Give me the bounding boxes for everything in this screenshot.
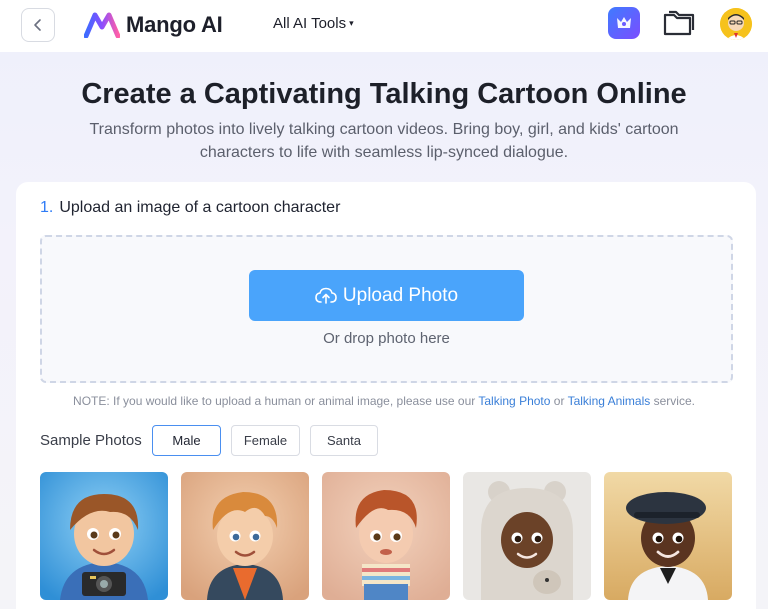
all-ai-tools-menu[interactable]: All AI Tools ▾ (273, 15, 354, 32)
cartoon-girl-bear-hood-image (463, 472, 591, 600)
brand-name: Mango AI (126, 12, 223, 37)
note-suffix: service. (653, 394, 695, 408)
cloud-upload-icon (315, 287, 337, 304)
brand-logo[interactable]: Mango AI (84, 10, 223, 40)
sample-photos-label: Sample Photos (40, 432, 142, 449)
drop-hint: Or drop photo here (323, 330, 450, 347)
page-title: Create a Captivating Talking Cartoon Onl… (81, 78, 687, 110)
avatar-face-icon (720, 8, 752, 40)
user-avatar[interactable] (720, 8, 752, 40)
subtitle-line-2: characters to life with seamless lip-syn… (199, 144, 569, 161)
top-header: Mango AI All AI Tools ▾ (0, 0, 768, 52)
caret-down-icon: ▾ (349, 18, 354, 28)
sample-tab-female[interactable]: Female (231, 425, 300, 456)
folder-icon[interactable] (662, 8, 696, 38)
all-ai-tools-label: All AI Tools (273, 15, 347, 32)
chevron-left-icon (34, 19, 41, 31)
crown-app-button[interactable] (608, 7, 640, 39)
upload-step-heading: 1. Upload an image of a cartoon character (40, 199, 340, 217)
cartoon-boy-striped-shirt-image (322, 472, 450, 600)
sample-photo-3[interactable] (322, 472, 450, 600)
sample-photo-4[interactable] (463, 472, 591, 600)
sample-tab-santa[interactable]: Santa (310, 425, 378, 456)
talking-animals-link[interactable]: Talking Animals (568, 394, 651, 408)
usage-note: NOTE: If you would like to upload a huma… (0, 394, 768, 408)
sample-photo-5[interactable] (604, 472, 732, 600)
step-label: Upload an image of a cartoon character (59, 199, 341, 216)
mango-logo-icon (84, 12, 120, 38)
note-middle: or (553, 394, 565, 408)
cartoon-boy-jacket-image (181, 472, 309, 600)
back-button[interactable] (21, 8, 55, 42)
sample-tab-male[interactable]: Male (152, 425, 221, 456)
cartoon-boy-beret-image (604, 472, 732, 600)
talking-photo-link[interactable]: Talking Photo (478, 394, 550, 408)
crown-app-icon (617, 17, 631, 28)
sample-photo-1[interactable] (40, 472, 168, 600)
page-subtitle: Transform photos into lively talking car… (60, 118, 708, 164)
step-number: 1. (40, 199, 54, 216)
note-prefix: NOTE: If you would like to upload a huma… (73, 394, 476, 408)
upload-photo-button[interactable]: Upload Photo (249, 270, 524, 321)
subtitle-line-1: Transform photos into lively talking car… (89, 121, 679, 138)
upload-photo-label: Upload Photo (342, 284, 459, 306)
cartoon-boy-camera-image (40, 472, 168, 600)
sample-photo-2[interactable] (181, 472, 309, 600)
